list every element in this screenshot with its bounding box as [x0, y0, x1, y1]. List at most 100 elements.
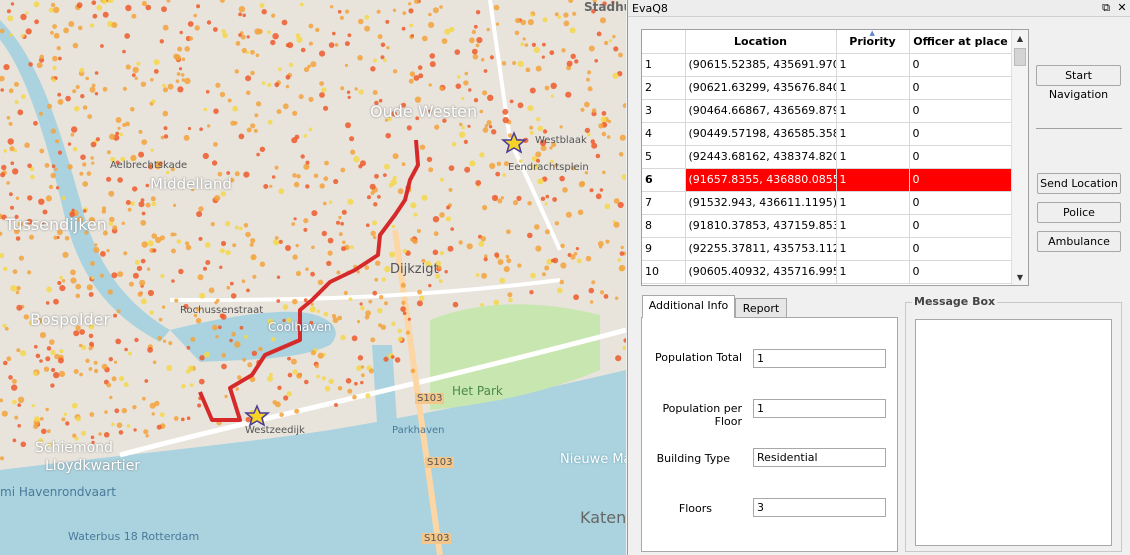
scroll-down-icon[interactable]: ▼	[1012, 273, 1028, 282]
table-row[interactable]: 1 (90615.52385, 435691.9702) 1 0	[642, 53, 1013, 77]
sort-indicator-icon: ▲	[869, 29, 875, 37]
cell-location[interactable]: (90464.66867, 436569.8797)	[685, 99, 837, 123]
ambulance-button[interactable]: Ambulance	[1037, 231, 1121, 252]
canal-west	[0, 20, 170, 342]
table-scrollbar[interactable]: ▲ ▼	[1011, 30, 1028, 285]
close-icon[interactable]: ✕	[1116, 2, 1128, 14]
map-label-schiemond: Schiemond	[35, 440, 113, 456]
map-label-s103-a: S103	[415, 393, 445, 404]
cell-location[interactable]: (92443.68162, 438374.8204)	[685, 145, 837, 169]
map-label-lloydkwartier: Lloydkwartier	[45, 458, 141, 474]
population-per-floor-field[interactable]	[753, 399, 886, 418]
cell-location[interactable]: (91532.943, 436611.1195)	[685, 191, 837, 215]
cell-officer[interactable]: 0	[909, 191, 1013, 215]
cell-priority[interactable]: 1	[836, 168, 910, 192]
cell-officer[interactable]: 0	[909, 122, 1013, 146]
population-total-label: Population Total	[655, 351, 742, 364]
cell-location[interactable]: (91810.37853, 437159.8535)	[685, 214, 837, 238]
table-row[interactable]: 9 (92255.37811, 435753.1128) 1 0	[642, 237, 1013, 261]
start-navigation-button[interactable]: Start Navigation	[1036, 65, 1121, 101]
cell-priority[interactable]: 1	[836, 53, 910, 77]
map-label-coolhaven: Coolhaven	[268, 320, 332, 334]
table-row[interactable]: 3 (90464.66867, 436569.8797) 1 0	[642, 99, 1013, 123]
cell-officer[interactable]: 0	[909, 145, 1013, 169]
map-label-aelbrechtskade: Aelbrechtskade	[110, 160, 188, 171]
column-header-location[interactable]: Location	[685, 30, 837, 54]
table-row[interactable]: 10 (90605.40932, 435716.9952) 1 0	[642, 260, 1013, 284]
cell-location[interactable]: (90605.40932, 435716.9952)	[685, 260, 837, 284]
map-label-nieuwe-maas: Nieuwe Maas	[560, 452, 626, 467]
cell-priority[interactable]: 1	[836, 214, 910, 238]
map-label-westzeedijk: Westzeedijk	[245, 425, 305, 436]
cell-priority[interactable]: 1	[836, 237, 910, 261]
row-number[interactable]: 7	[642, 191, 686, 215]
cell-officer[interactable]: 0	[909, 53, 1013, 77]
floors-label: Floors	[678, 502, 712, 515]
cell-officer[interactable]: 0	[909, 260, 1013, 284]
row-number[interactable]: 6	[642, 168, 686, 192]
evaq8-panel: EvaQ8 ⧉ ✕ Location ▲ Priority Officer at …	[627, 0, 1130, 555]
row-number[interactable]: 3	[642, 99, 686, 123]
cell-priority[interactable]: 1	[836, 76, 910, 100]
additional-info-panel: Population Total Population per Floor Bu…	[641, 317, 898, 552]
table-row[interactable]: 7 (91532.943, 436611.1195) 1 0	[642, 191, 1013, 215]
row-number[interactable]: 2	[642, 76, 686, 100]
map-label-stadhuis: Stadhuis	[584, 0, 626, 14]
cell-officer[interactable]: 0	[909, 168, 1013, 192]
window-title: EvaQ8	[632, 2, 668, 15]
population-per-floor-label: Population per Floor	[662, 402, 742, 428]
cell-priority[interactable]: 1	[836, 122, 910, 146]
cell-location[interactable]: (91657.8355, 436880.0855)	[685, 168, 837, 192]
table-row[interactable]: 4 (90449.57198, 436585.3588) 1 0	[642, 122, 1013, 146]
row-header-corner[interactable]	[642, 30, 686, 54]
map-label-het-park: Het Park	[452, 384, 503, 398]
row-number[interactable]: 5	[642, 145, 686, 169]
map-label-westblaak: Westblaak	[535, 135, 587, 146]
tab-additional-info[interactable]: Additional Info	[642, 295, 735, 318]
table-row[interactable]: 8 (91810.37853, 437159.8535) 1 0	[642, 214, 1013, 238]
building-type-label: Building Type	[656, 452, 730, 465]
column-header-officer[interactable]: Officer at place	[909, 30, 1013, 54]
message-box-group: Message Box	[905, 295, 1122, 552]
table-row[interactable]: 6 (91657.8355, 436880.0855) 1 0	[642, 168, 1013, 192]
row-number[interactable]: 8	[642, 214, 686, 238]
row-number[interactable]: 1	[642, 53, 686, 77]
row-number[interactable]: 4	[642, 122, 686, 146]
scroll-thumb[interactable]	[1014, 48, 1026, 66]
map-view[interactable]: Stadhuis Oude Westen Middelland Tussendi…	[0, 0, 626, 555]
road-north	[488, 0, 562, 251]
cell-priority[interactable]: 1	[836, 260, 910, 284]
police-button[interactable]: Police	[1037, 202, 1121, 223]
floors-field[interactable]	[753, 498, 886, 517]
building-type-field[interactable]	[753, 448, 886, 467]
cell-priority[interactable]: 1	[836, 191, 910, 215]
map-label-middelland: Middelland	[150, 175, 232, 193]
cell-priority[interactable]: 1	[836, 145, 910, 169]
population-total-field[interactable]	[753, 349, 886, 368]
cell-officer[interactable]: 0	[909, 237, 1013, 261]
column-header-priority[interactable]: ▲ Priority	[836, 29, 910, 54]
row-number[interactable]: 9	[642, 237, 686, 261]
cell-officer[interactable]: 0	[909, 214, 1013, 238]
restore-icon[interactable]: ⧉	[1100, 2, 1112, 14]
cell-location[interactable]: (92255.37811, 435753.1128)	[685, 237, 837, 261]
send-location-button[interactable]: Send Location	[1037, 173, 1121, 194]
map-label-tussendijken: Tussendijken	[5, 215, 107, 234]
scroll-up-icon[interactable]: ▲	[1012, 34, 1028, 43]
cell-officer[interactable]: 0	[909, 99, 1013, 123]
cell-officer[interactable]: 0	[909, 76, 1013, 100]
map-label-rochussenstraat: Rochussenstraat	[180, 305, 264, 316]
map-label-havenrondvaart: mi Havenrondvaart	[0, 485, 116, 499]
cell-location[interactable]: (90449.57198, 436585.3588)	[685, 122, 837, 146]
cell-location[interactable]: (90621.63299, 435676.8407)	[685, 76, 837, 100]
table-row[interactable]: 5 (92443.68162, 438374.8204) 1 0	[642, 145, 1013, 169]
map-label-eendrachtsplein: Eendrachtsplein	[508, 162, 589, 173]
row-number[interactable]: 10	[642, 260, 686, 284]
cell-priority[interactable]: 1	[836, 99, 910, 123]
table-row[interactable]: 2 (90621.63299, 435676.8407) 1 0	[642, 76, 1013, 100]
locations-table: Location ▲ Priority Officer at place 1 (90…	[641, 29, 1029, 286]
message-box[interactable]	[915, 319, 1112, 546]
map-label-parkhaven: Parkhaven	[392, 425, 445, 436]
map-label-bospolder: Bospolder	[30, 310, 111, 329]
cell-location[interactable]: (90615.52385, 435691.9702)	[685, 53, 837, 77]
